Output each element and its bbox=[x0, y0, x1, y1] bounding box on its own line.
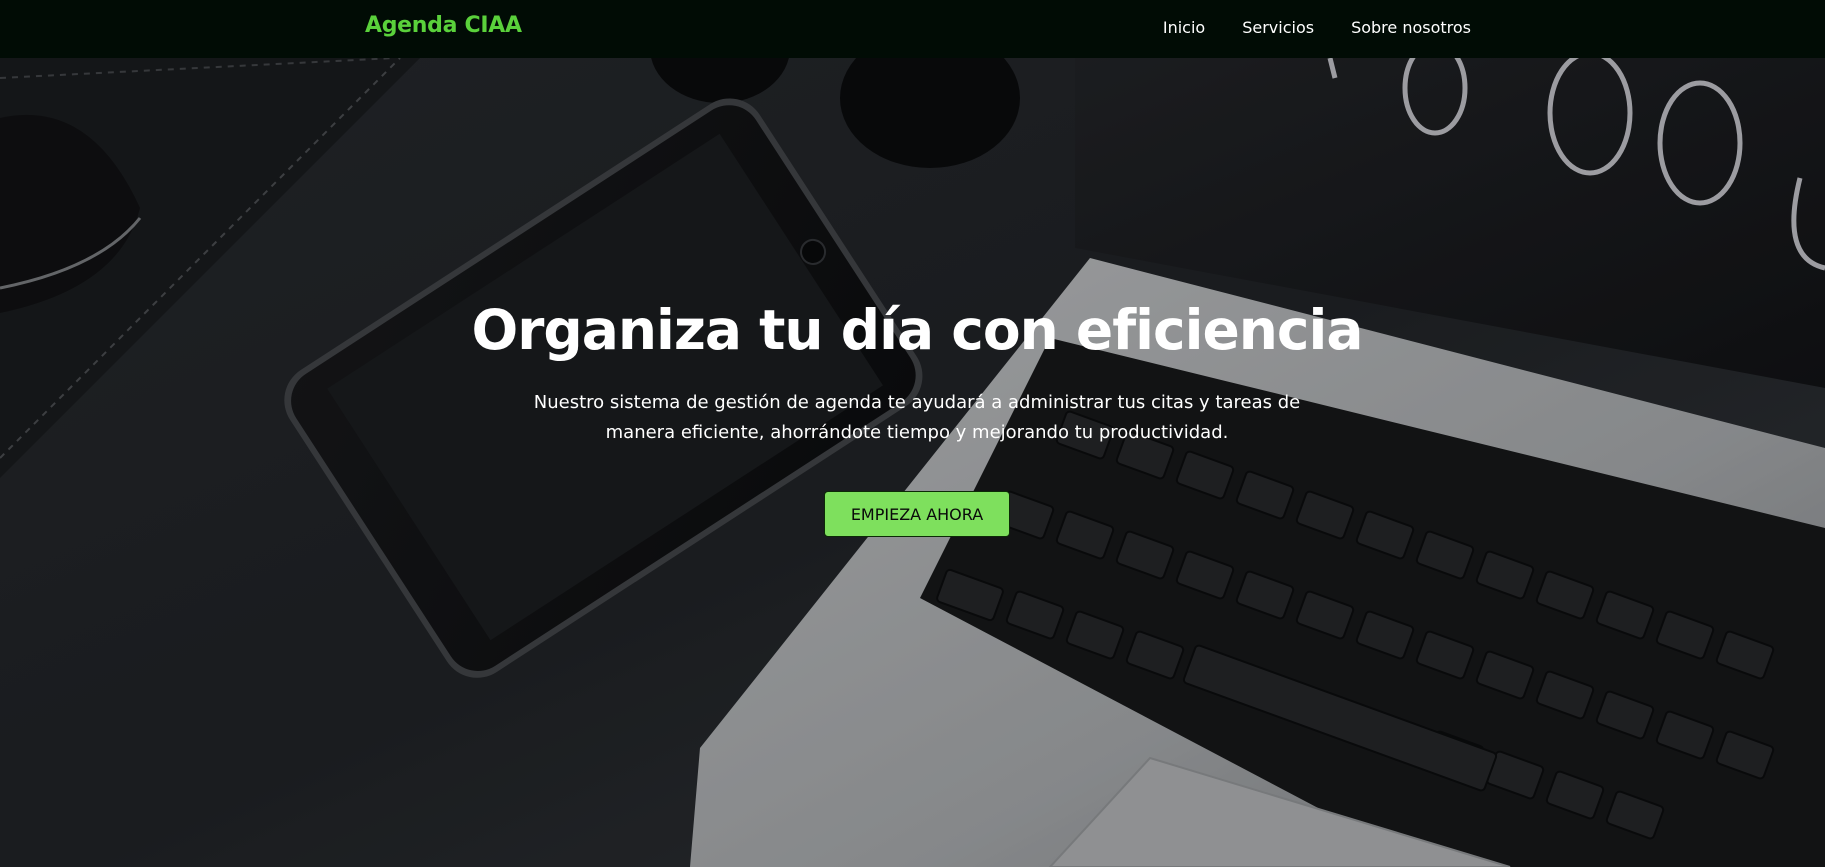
start-now-button[interactable]: EMPIEZA AHORA bbox=[824, 491, 1010, 537]
hero-subtitle: Nuestro sistema de gestión de agenda te … bbox=[533, 392, 1301, 443]
top-navbar: Agenda CIAA Inicio Servicios Sobre nosot… bbox=[0, 0, 1825, 58]
hero-content: Organiza tu día con eficiencia Nuestro s… bbox=[0, 58, 1825, 867]
hero-title: Organiza tu día con eficiencia bbox=[471, 298, 1364, 362]
nav-links: Inicio Servicios Sobre nosotros bbox=[1163, 18, 1471, 37]
nav-link-servicios[interactable]: Servicios bbox=[1242, 18, 1314, 37]
nav-link-inicio[interactable]: Inicio bbox=[1163, 18, 1205, 37]
brand-logo-link[interactable]: Agenda CIAA bbox=[365, 13, 522, 38]
nav-link-sobre-nosotros[interactable]: Sobre nosotros bbox=[1351, 18, 1471, 37]
hero-section: Organiza tu día con eficiencia Nuestro s… bbox=[0, 58, 1825, 867]
